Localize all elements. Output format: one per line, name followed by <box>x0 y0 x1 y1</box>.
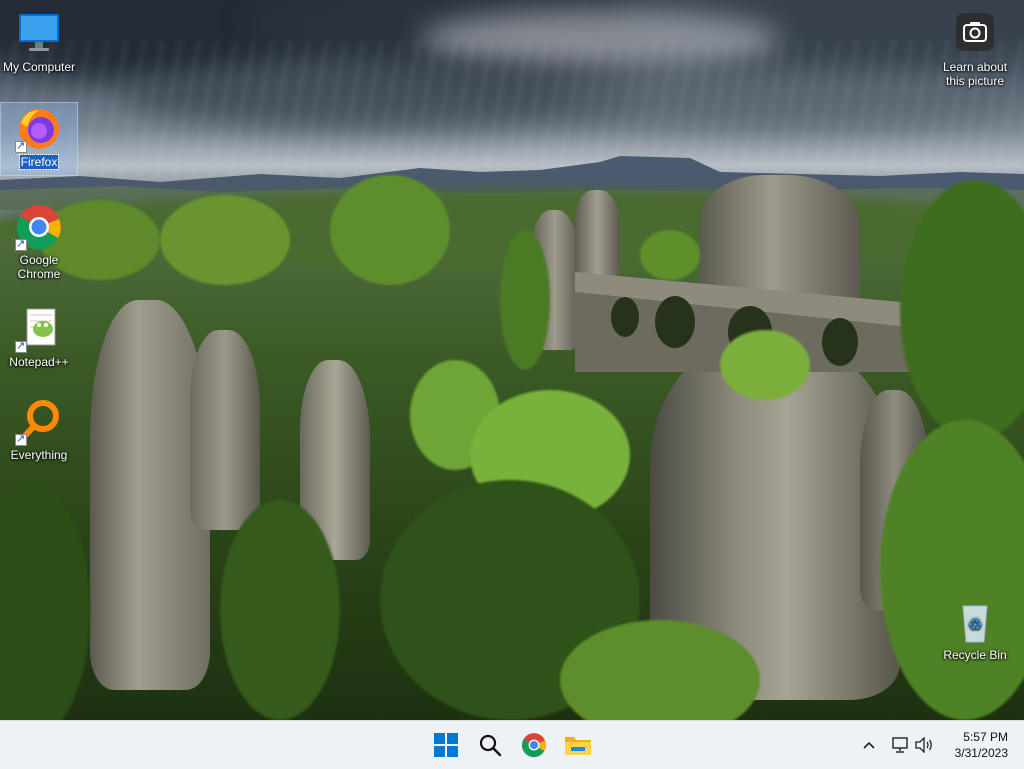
everything-search-icon <box>15 398 63 446</box>
network-button[interactable] <box>888 730 912 760</box>
desktop-icon-notepad-plus-plus[interactable]: Notepad++ <box>1 305 77 369</box>
tree <box>720 330 810 400</box>
clock-date: 3/31/2023 <box>954 746 1008 760</box>
chevron-up-icon <box>863 741 875 749</box>
desktop-icon-label: Everything <box>10 448 68 462</box>
desktop-icon-recycle-bin[interactable]: ♻ Recycle Bin <box>937 598 1013 662</box>
search-icon <box>479 734 502 757</box>
taskbar-clock[interactable]: 5:57 PM 3/31/2023 <box>955 729 1008 761</box>
taskbar: 5:57 PM 3/31/2023 <box>0 720 1024 769</box>
monitor-icon <box>15 10 63 58</box>
camera-icon <box>951 10 999 58</box>
notepad-plus-plus-icon <box>15 305 63 353</box>
network-icon <box>892 737 908 753</box>
volume-button[interactable] <box>912 730 936 760</box>
rock-tower <box>190 330 260 530</box>
volume-icon <box>915 737 932 753</box>
shortcut-arrow-icon <box>15 237 27 251</box>
desktop-wallpaper[interactable] <box>0 0 1024 720</box>
desktop-icon-firefox[interactable]: Firefox <box>0 102 78 176</box>
desktop-icon-label: My Computer <box>2 60 76 74</box>
shortcut-arrow-icon <box>15 339 27 353</box>
learn-about-this-picture[interactable]: Learn about this picture <box>937 10 1013 88</box>
chrome-icon <box>521 733 546 758</box>
chrome-icon <box>15 203 63 251</box>
shortcut-arrow-icon <box>15 139 27 153</box>
firefox-icon <box>15 105 63 153</box>
start-icon <box>434 733 458 757</box>
desktop-icon-label: Google Chrome <box>17 253 61 281</box>
desktop-icon-google-chrome[interactable]: Google Chrome <box>1 203 77 281</box>
tree <box>0 480 90 720</box>
show-hidden-icons-button[interactable] <box>858 730 880 760</box>
tree <box>330 175 450 285</box>
desktop-icon-label: Recycle Bin <box>943 648 1007 662</box>
svg-text:♻: ♻ <box>968 615 982 634</box>
search-button[interactable] <box>472 727 508 763</box>
shortcut-arrow-icon <box>15 432 27 446</box>
start-button[interactable] <box>428 727 464 763</box>
desktop-icon-label: Notepad++ <box>9 355 69 369</box>
tree <box>500 230 550 370</box>
file-explorer-icon <box>565 737 591 755</box>
tree <box>640 230 700 280</box>
desktop-icon-everything[interactable]: Everything <box>1 398 77 462</box>
taskbar-chrome-button[interactable] <box>516 727 552 763</box>
spotlight-label: Learn about this picture <box>942 60 1008 88</box>
clock-time: 5:57 PM <box>963 730 1008 744</box>
tree <box>220 500 340 720</box>
taskbar-file-explorer-button[interactable] <box>560 727 596 763</box>
system-tray <box>858 721 936 769</box>
desktop-icon-my-computer[interactable]: My Computer <box>1 10 77 74</box>
desktop-icon-label: Firefox <box>18 154 60 170</box>
recycle-bin-icon: ♻ <box>951 598 999 646</box>
tree <box>160 195 290 285</box>
